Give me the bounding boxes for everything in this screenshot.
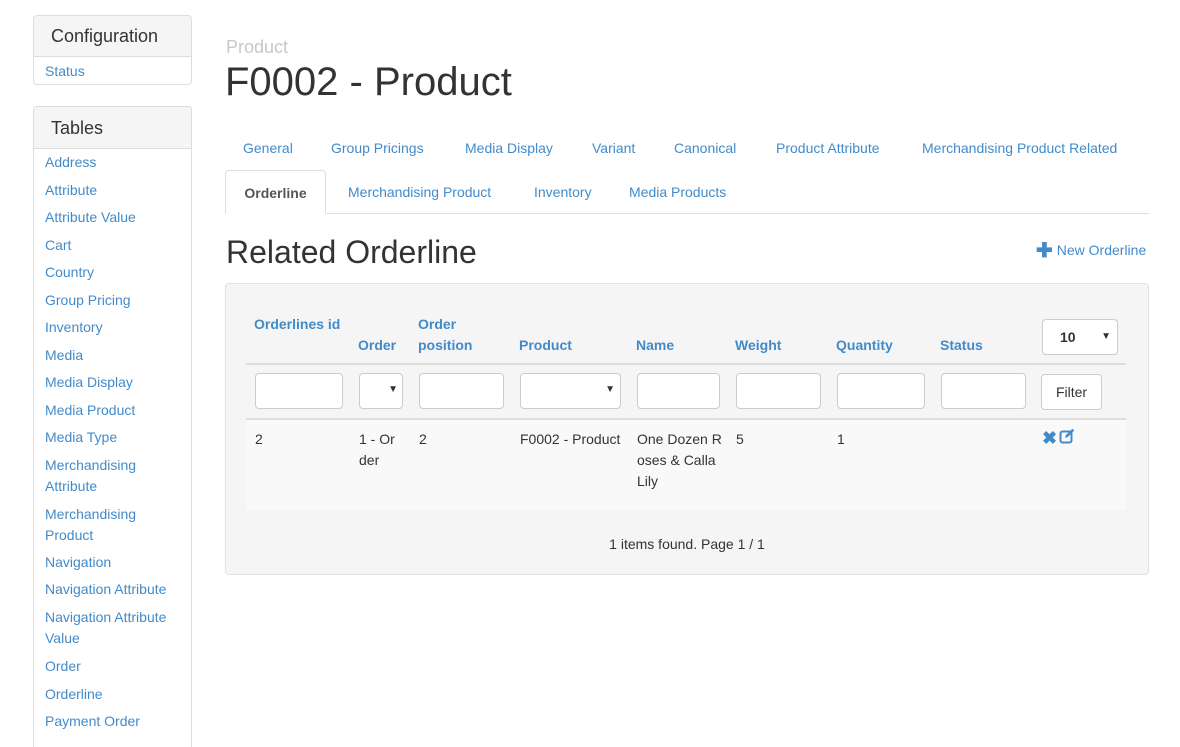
sidebar-item-navigation[interactable]: Navigation <box>45 552 185 573</box>
tab-product-attribute[interactable]: Product Attribute <box>776 140 880 156</box>
col-order[interactable]: Order <box>358 335 396 356</box>
sidebar-item-media[interactable]: Media <box>45 345 185 366</box>
tab-merchandising-product-related[interactable]: Merchandising Product Related <box>922 140 1117 156</box>
sidebar-item-navigation-attribute-value[interactable]: Navigation Attribute Value <box>45 607 173 649</box>
sidebar-item-order[interactable]: Order <box>45 656 185 677</box>
tab-group-pricings[interactable]: Group Pricings <box>331 140 424 156</box>
col-weight[interactable]: Weight <box>735 335 781 356</box>
sidebar-item-orderline[interactable]: Orderline <box>45 684 185 705</box>
sidebar-item-merchandising-attribute[interactable]: Merchandising Attribute <box>45 455 155 497</box>
sidebar-item-merchandising-product[interactable]: Merchandising Product <box>45 504 155 546</box>
tab-canonical[interactable]: Canonical <box>674 140 736 156</box>
sidebar-item-attribute[interactable]: Attribute <box>45 180 185 201</box>
tab-variant[interactable]: Variant <box>592 140 635 156</box>
tab-media-products[interactable]: Media Products <box>629 184 726 200</box>
sidebar-item-group-pricing[interactable]: Group Pricing <box>45 290 185 311</box>
tab-inventory[interactable]: Inventory <box>534 184 592 200</box>
sidebar-item-navigation-attribute[interactable]: Navigation Attribute <box>45 579 185 600</box>
tab-media-display[interactable]: Media Display <box>465 140 553 156</box>
tabs-divider <box>225 213 1149 214</box>
page-subtitle: Product <box>226 37 289 57</box>
cell-order: 1 - Order <box>359 431 395 468</box>
filter-status[interactable] <box>941 373 1026 409</box>
filter-order-select[interactable]: ▼ <box>359 373 403 409</box>
chevron-down-icon: ▼ <box>1101 331 1111 342</box>
plus-icon: ✚ <box>1036 240 1053 262</box>
tables-heading: Tables <box>34 107 191 149</box>
tab-orderline[interactable]: Orderline <box>225 170 326 214</box>
filter-quantity[interactable] <box>837 373 925 409</box>
cell-id: 2 <box>255 431 263 447</box>
sidebar-item-media-type[interactable]: Media Type <box>45 427 185 448</box>
pagination-status: 1 items found. Page 1 / 1 <box>609 536 765 552</box>
sidebar-item-media-display[interactable]: Media Display <box>45 372 185 393</box>
tables-panel: Tables Address Attribute Attribute Value… <box>33 106 192 747</box>
tab-general[interactable]: General <box>243 140 293 156</box>
filter-weight[interactable] <box>736 373 821 409</box>
new-orderline-label: New Orderline <box>1056 242 1147 258</box>
col-quantity[interactable]: Quantity <box>836 335 893 356</box>
filter-name[interactable] <box>637 373 720 409</box>
tab-merchandising-product[interactable]: Merchandising Product <box>348 184 491 200</box>
col-name[interactable]: Name <box>636 335 674 356</box>
chevron-down-icon: ▼ <box>388 384 398 395</box>
sidebar-item-payment-order[interactable]: Payment Order <box>45 711 185 732</box>
per-page-select[interactable]: 10 ▼ <box>1042 319 1118 355</box>
edit-icon[interactable] <box>1059 428 1075 447</box>
sidebar-item-media-product[interactable]: Media Product <box>45 400 185 421</box>
chevron-down-icon: ▼ <box>605 384 615 395</box>
sidebar-item-attribute-value[interactable]: Attribute Value <box>45 207 185 228</box>
sidebar-item-status[interactable]: Status <box>45 61 185 82</box>
per-page-value: 10 <box>1060 329 1076 345</box>
configuration-heading: Configuration <box>34 16 191 57</box>
col-product[interactable]: Product <box>519 335 572 356</box>
new-orderline-button[interactable]: ✚ New Orderline <box>1036 238 1146 263</box>
cell-quantity: 1 <box>837 431 845 447</box>
sidebar-item-country[interactable]: Country <box>45 262 185 283</box>
cell-weight: 5 <box>736 431 744 447</box>
sidebar-item-address[interactable]: Address <box>45 152 185 173</box>
header-divider <box>246 363 1126 365</box>
filter-button[interactable]: Filter <box>1041 374 1102 410</box>
cell-product: F0002 - Product <box>520 431 621 447</box>
col-order-position[interactable]: Order position <box>418 314 488 356</box>
filter-order-position[interactable] <box>419 373 504 409</box>
configuration-panel: Configuration Status <box>33 15 192 85</box>
page-title: F0002 - Product <box>225 60 512 104</box>
col-orderlines-id[interactable]: Orderlines id <box>254 314 344 335</box>
sidebar-item-cart[interactable]: Cart <box>45 235 185 256</box>
filter-product-select[interactable]: ▼ <box>520 373 621 409</box>
section-title: Related Orderline <box>226 234 477 270</box>
cell-position: 2 <box>419 431 427 447</box>
cell-name: One Dozen Roses & Calla Lily <box>637 431 722 489</box>
sidebar-item-inventory[interactable]: Inventory <box>45 317 185 338</box>
delete-icon[interactable]: ✖ <box>1042 428 1057 449</box>
col-status[interactable]: Status <box>940 335 983 356</box>
filter-orderlines-id[interactable] <box>255 373 343 409</box>
